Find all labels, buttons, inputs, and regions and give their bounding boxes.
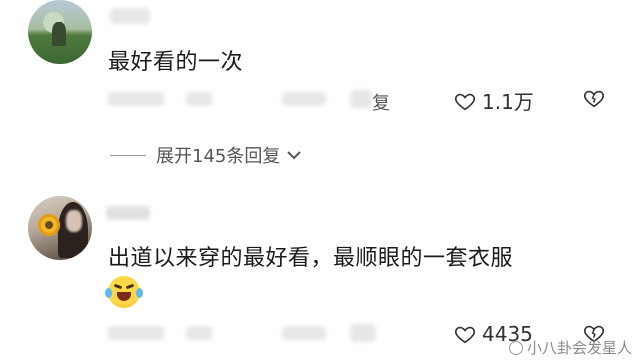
watermark: 小八卦会发星人 bbox=[508, 337, 632, 358]
reply-blurred bbox=[350, 324, 376, 342]
comment-text: 出道以来穿的最好看，最顺眼的一套衣服 bbox=[108, 246, 514, 271]
timestamp-blurred bbox=[108, 326, 164, 340]
heart-outline-icon bbox=[454, 93, 476, 110]
laughing-crying-emoji bbox=[105, 276, 143, 308]
username-blurred[interactable] bbox=[110, 8, 150, 24]
action-blurred bbox=[282, 92, 326, 106]
expand-replies[interactable]: 展开145条回复 bbox=[110, 142, 302, 168]
reply-blurred bbox=[350, 90, 372, 108]
chevron-down-icon bbox=[287, 151, 302, 160]
comment-text: 最好看的一次 bbox=[108, 50, 244, 75]
timestamp-blurred bbox=[108, 92, 164, 106]
watermark-icon bbox=[508, 340, 523, 355]
location-blurred bbox=[186, 92, 212, 106]
username-blurred[interactable] bbox=[106, 206, 150, 220]
action-blurred bbox=[282, 326, 326, 340]
like-count: 1.1万 bbox=[482, 90, 534, 114]
heart-outline-icon bbox=[454, 326, 476, 344]
avatar[interactable] bbox=[28, 196, 92, 260]
like-button[interactable]: 1.1万 bbox=[454, 86, 534, 115]
watermark-text: 小八卦会发星人 bbox=[526, 339, 632, 357]
location-blurred bbox=[186, 326, 212, 340]
broken-heart-icon[interactable] bbox=[582, 87, 606, 109]
reply-button[interactable]: 复 bbox=[372, 89, 390, 115]
avatar[interactable] bbox=[28, 0, 92, 64]
expand-replies-label: 展开145条回复 bbox=[156, 146, 281, 167]
divider bbox=[110, 154, 146, 156]
